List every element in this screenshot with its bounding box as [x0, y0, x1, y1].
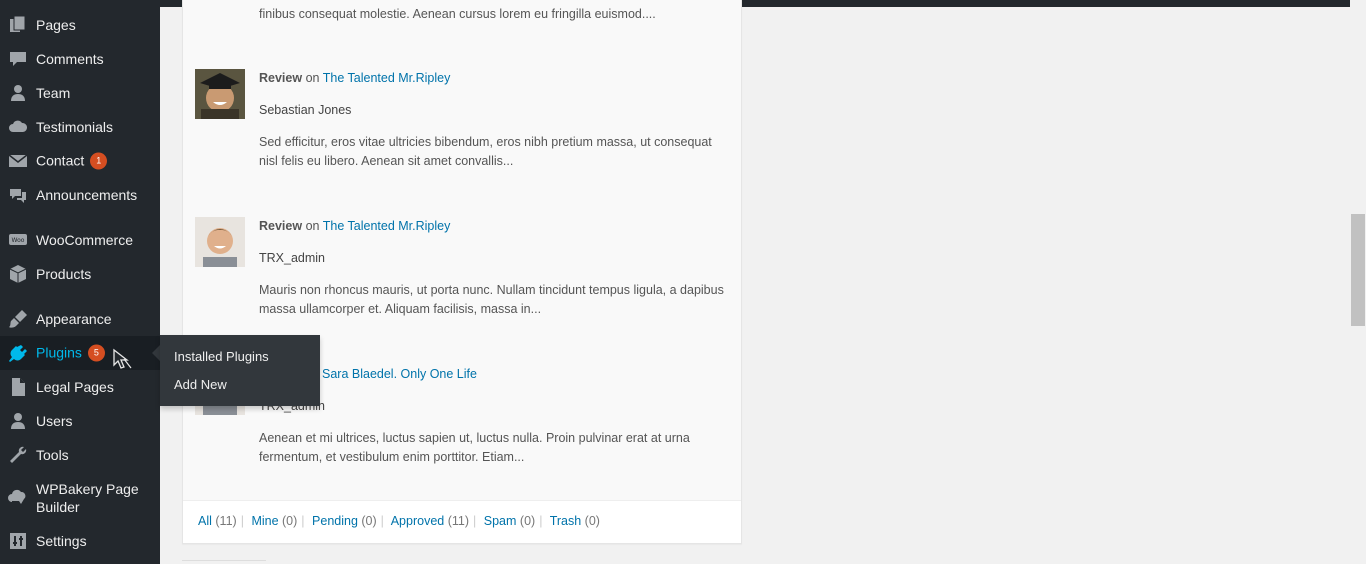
sidebar-item-settings[interactable]: Settings	[0, 524, 160, 558]
users-icon	[11, 413, 25, 429]
filter-count: (0)	[584, 514, 600, 528]
sidebar-item-wpbakery[interactable]: WPBakery Page Builder	[0, 477, 160, 519]
comment-filters-bar: All (11) | Mine (0) | Pending (0) | Approve…	[183, 500, 741, 543]
filter-pending[interactable]: Pending	[312, 514, 358, 528]
sidebar-item-contact[interactable]: Contact 1	[0, 144, 160, 178]
sidebar-item-label: Comments	[36, 51, 104, 67]
comment-meta: Review on The Talented Mr.Ripley	[259, 71, 450, 85]
sidebar-item-label: WooCommerce	[36, 232, 133, 248]
plugins-submenu: Installed Plugins Add New	[160, 335, 320, 406]
pages-icon	[10, 15, 26, 32]
filter-count: (0)	[361, 514, 377, 528]
sidebar-item-label: Users	[36, 413, 73, 429]
sidebar-item-label: Legal Pages	[36, 379, 114, 395]
sidebar-item-label: Contact	[36, 152, 85, 169]
woocommerce-icon: Woo	[9, 234, 27, 245]
sidebar-item-label: Testimonials	[36, 119, 114, 135]
legal-pages-icon	[12, 378, 25, 396]
sidebar-item-appearance[interactable]: Appearance	[0, 302, 160, 336]
comment-type: Review	[259, 219, 303, 233]
sidebar-item-testimonials[interactable]: Testimonials	[0, 110, 160, 144]
avatar	[195, 69, 245, 119]
filter-all[interactable]: All	[198, 514, 212, 528]
sidebar-item-label: Tools	[36, 447, 69, 463]
comment-excerpt: Sed efficitur, eros vitae ultricies bibe…	[259, 135, 712, 168]
comment-type: Review	[259, 71, 303, 85]
submenu-add-new[interactable]: Add New	[174, 377, 227, 392]
comment-on: on	[305, 71, 320, 85]
settings-icon	[10, 533, 26, 549]
plugins-icon	[9, 345, 27, 362]
filter-count: (11)	[447, 514, 470, 528]
comment-author: TRX_admin	[259, 251, 325, 265]
sidebar-item-label: WPBakery Page Builder	[36, 481, 139, 515]
sidebar-item-products[interactable]: Products	[0, 257, 160, 291]
filter-approved[interactable]: Approved	[391, 514, 445, 528]
sidebar-item-users[interactable]: Users	[0, 404, 160, 438]
mouse-cursor-icon	[113, 348, 132, 369]
comment-post-link[interactable]: The Talented Mr.Ripley	[323, 71, 451, 85]
sidebar-item-label: Pages	[36, 17, 76, 33]
sidebar-item-label: Announcements	[36, 187, 138, 203]
sidebar-item-comments[interactable]: Comments	[0, 42, 160, 76]
sidebar-item-woocommerce[interactable]: Woo WooCommerce	[0, 223, 160, 257]
sidebar-item-label: Team	[36, 85, 71, 101]
wpbakery-icon	[8, 489, 26, 504]
sidebar-item-label: Appearance	[36, 311, 112, 327]
sidebar-item-label: Plugins	[36, 344, 82, 361]
comments-icon	[10, 52, 26, 66]
filter-spam[interactable]: Spam	[484, 514, 517, 528]
separator: |	[301, 514, 305, 528]
separator: |	[539, 514, 543, 528]
appearance-icon	[9, 310, 27, 328]
sidebar-item-plugins[interactable]: Plugins 5	[0, 336, 160, 370]
submenu-installed-plugins[interactable]: Installed Plugins	[174, 349, 269, 364]
plugins-update-badge: 5	[87, 344, 105, 362]
active-menu-arrow	[152, 345, 160, 361]
comment-excerpt: finibus consequat molestie. Aenean cursu…	[259, 7, 656, 21]
comment-excerpt: Aenean et mi ultrices, luctus sapien ut,…	[259, 431, 690, 464]
comment-author: Sebastian Jones	[259, 103, 352, 117]
separator: |	[380, 514, 384, 528]
sidebar-item-legal-pages[interactable]: Legal Pages	[0, 370, 160, 404]
contact-count-badge: 1	[90, 152, 108, 170]
sidebar-item-announcements[interactable]: Announcements	[0, 178, 160, 212]
team-icon	[11, 85, 25, 101]
comment-excerpt: Mauris non rhoncus mauris, ut porta nunc…	[259, 283, 724, 316]
filter-count: (0)	[519, 514, 536, 528]
filter-count: (0)	[282, 514, 298, 528]
separator: |	[473, 514, 477, 528]
testimonials-icon	[9, 120, 28, 132]
sidebar-item-label: Settings	[36, 533, 87, 549]
scrollbar-thumb[interactable]	[1351, 214, 1365, 326]
tools-icon	[10, 446, 27, 463]
comment-status-filters: All (11) | Mine (0) | Pending (0) | Approve…	[198, 514, 600, 528]
products-icon	[9, 265, 27, 283]
divider	[182, 560, 266, 564]
comment-meta: Review on The Talented Mr.Ripley	[259, 219, 450, 233]
comments-list: finibus consequat molestie. Aenean cursu…	[183, 0, 741, 500]
comment-on: on	[305, 219, 320, 233]
sidebar-item-label: Products	[36, 266, 92, 282]
filter-trash[interactable]: Trash	[550, 514, 582, 528]
sidebar-item-pages[interactable]: Pages	[0, 8, 160, 42]
separator: |	[240, 514, 244, 528]
comment-post-link[interactable]: The Talented Mr.Ripley	[323, 219, 451, 233]
comment-post-link[interactable]: Sara Blaedel. Only One Life	[322, 367, 477, 381]
admin-sidebar: Pages Comments Team Testimonials Contact…	[0, 0, 160, 564]
announcements-icon	[10, 189, 26, 203]
filter-mine[interactable]: Mine	[251, 514, 278, 528]
filter-count: (11)	[215, 514, 237, 528]
recent-comments-panel: finibus consequat molestie. Aenean cursu…	[182, 0, 742, 544]
sidebar-item-tools[interactable]: Tools	[0, 438, 160, 472]
mail-icon	[8, 154, 28, 167]
avatar	[195, 217, 245, 267]
svg-text:Woo: Woo	[12, 237, 25, 244]
sidebar-item-team[interactable]: Team	[0, 76, 160, 110]
